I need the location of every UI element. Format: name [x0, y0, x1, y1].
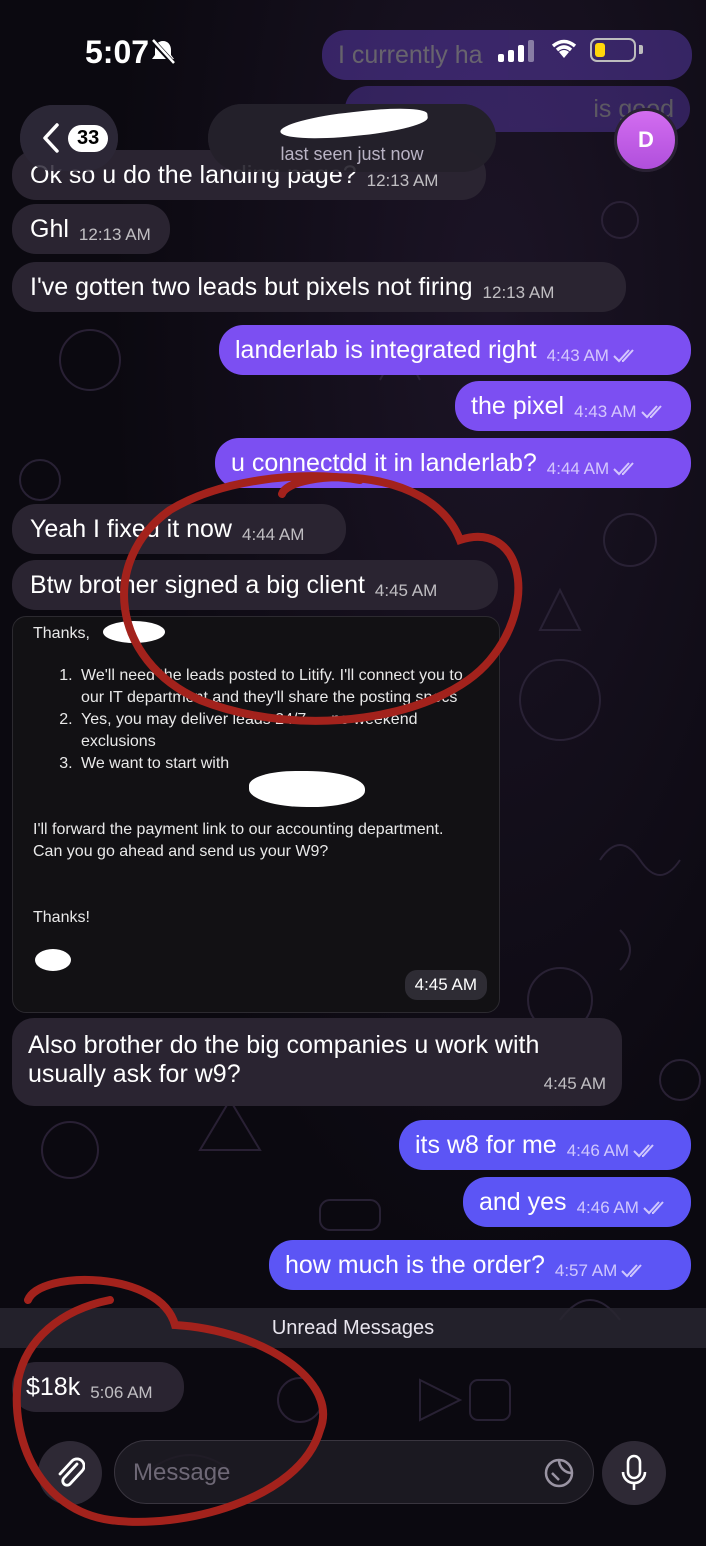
redacted-name: [279, 104, 429, 144]
redacted-signature: [35, 949, 71, 971]
silent-bell-icon: [150, 38, 176, 71]
message-line: usually ask for w9? 4:45 AM: [28, 1060, 606, 1094]
message-time-text: 4:43 AM: [546, 346, 609, 365]
message-time-text: 4:57 AM: [554, 1261, 618, 1280]
message-text: Ghl: [30, 214, 69, 243]
message-time: 4:44 AM: [547, 459, 639, 479]
message-time: 4:43 AM: [574, 402, 666, 422]
battery-icon: [590, 38, 636, 62]
message-text: $18k: [26, 1372, 81, 1401]
last-seen-status: last seen just now: [280, 144, 424, 164]
sticker-icon[interactable]: [543, 1457, 575, 1489]
email-greeting: Thanks,: [33, 625, 90, 642]
message-incoming[interactable]: Ghl 12:13 AM: [12, 204, 170, 254]
message-text-line2: usually ask for w9?: [28, 1059, 241, 1088]
message-text: how much is the order?: [285, 1250, 545, 1279]
message-input[interactable]: [133, 1451, 513, 1495]
message-time: 12:13 AM: [482, 283, 555, 302]
message-time: 4:45 AM: [543, 1073, 606, 1093]
message-text: Yeah I fixed it now: [30, 514, 232, 543]
message-incoming[interactable]: Also brother do the big companies u work…: [12, 1018, 622, 1106]
double-check-icon: [621, 1264, 642, 1278]
chat-title[interactable]: last seen just now: [208, 104, 496, 172]
message-incoming[interactable]: I've gotten two leads but pixels not fir…: [12, 262, 626, 312]
message-time: 4:45 AM: [404, 970, 487, 1000]
message-outgoing[interactable]: its w8 for me 4:46 AM: [399, 1120, 691, 1170]
message-text: I've gotten two leads but pixels not fir…: [30, 272, 473, 301]
message-text: its w8 for me: [415, 1130, 557, 1159]
double-check-icon: [643, 1201, 664, 1215]
message-outgoing[interactable]: landerlab is integrated right 4:43 AM: [219, 325, 691, 375]
message-time: 4:57 AM: [555, 1261, 647, 1281]
message-incoming[interactable]: Btw brother signed a big client 4:45 AM: [12, 560, 498, 610]
message-text: Also brother do the big companies u work…: [28, 1030, 540, 1059]
email-list-item-text: We want to start with: [81, 755, 230, 772]
message-composer: [114, 1440, 594, 1504]
status-bar: 5:07: [0, 0, 706, 100]
email-screenshot-image[interactable]: Thanks, We'll need the leads posted to L…: [12, 616, 500, 1013]
double-check-icon: [613, 349, 634, 363]
redacted-name: [103, 621, 165, 643]
message-time: 12:13 AM: [78, 225, 151, 244]
message-text: and yes: [479, 1187, 567, 1216]
message-outgoing[interactable]: and yes 4:46 AM: [463, 1177, 691, 1227]
unread-messages-divider: Unread Messages: [0, 1308, 706, 1348]
message-time: 5:06 AM: [90, 1383, 153, 1402]
email-list-item: We'll need the leads posted to Litify. I…: [77, 665, 473, 709]
email-list: We'll need the leads posted to Litify. I…: [53, 665, 473, 775]
voice-record-button[interactable]: [602, 1441, 666, 1505]
message-outgoing[interactable]: how much is the order? 4:57 AM: [269, 1240, 691, 1290]
message-outgoing[interactable]: the pixel 4:43 AM: [455, 381, 691, 431]
message-time-text: 4:44 AM: [546, 459, 610, 478]
redacted-amount: [249, 771, 365, 807]
message-time-text: 4:46 AM: [576, 1198, 639, 1217]
double-check-icon: [613, 462, 634, 476]
paperclip-icon: [58, 1457, 85, 1487]
message-time: 4:46 AM: [577, 1198, 669, 1218]
chevron-left-icon: [43, 123, 59, 153]
wifi-icon: [549, 36, 579, 65]
message-incoming[interactable]: $18k 5:06 AM: [12, 1362, 184, 1412]
message-text: u connectdd it in landerlab?: [231, 448, 537, 477]
email-signoff: Thanks!: [33, 909, 90, 926]
message-time: 12:13 AM: [366, 171, 439, 190]
message-outgoing[interactable]: u connectdd it in landerlab? 4:44 AM: [215, 438, 691, 488]
message-incoming[interactable]: Yeah I fixed it now 4:44 AM: [12, 504, 346, 554]
message-time: 4:45 AM: [374, 581, 438, 600]
battery-tip: [639, 45, 643, 54]
message-time-text: 4:43 AM: [574, 402, 637, 421]
cell-signal-icon: [498, 40, 534, 62]
clock: 5:07: [85, 34, 150, 70]
avatar[interactable]: D: [614, 108, 678, 172]
back-button[interactable]: 33: [20, 105, 118, 171]
email-list-item: Yes, you may deliver leads 24/7 — no wee…: [77, 709, 473, 753]
double-check-icon: [633, 1144, 654, 1158]
microphone-icon: [621, 1454, 647, 1490]
message-time: 4:43 AM: [547, 346, 639, 366]
message-text: landerlab is integrated right: [235, 335, 537, 364]
message-time: 4:44 AM: [242, 525, 305, 544]
message-time: 4:46 AM: [567, 1141, 659, 1161]
message-time-text: 4:46 AM: [566, 1141, 630, 1160]
double-check-icon: [640, 405, 662, 419]
message-text: Btw brother signed a big client: [30, 570, 365, 599]
attach-button[interactable]: [38, 1441, 102, 1505]
message-text: the pixel: [471, 391, 565, 420]
email-paragraph: I'll forward the payment link to our acc…: [33, 821, 444, 860]
unread-count-badge: 33: [68, 124, 109, 152]
